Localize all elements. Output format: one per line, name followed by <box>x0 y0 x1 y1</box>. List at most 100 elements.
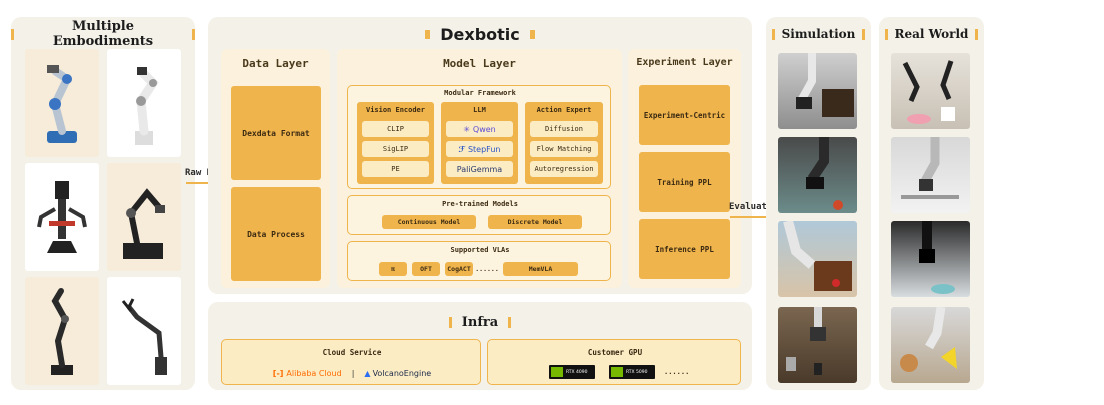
pretrained-models-box: Pre-trained Models Continuous Model Disc… <box>347 195 611 235</box>
simulation-image <box>778 53 857 129</box>
modular-framework-title: Modular Framework <box>444 89 516 97</box>
real-world-title: Real World <box>894 27 969 41</box>
real-world-image <box>891 53 970 129</box>
title-bar-icon <box>862 28 866 40</box>
nvidia-logo-icon <box>611 367 623 377</box>
vlas-title: Supported VLAs <box>450 246 510 254</box>
stepfun-logo-icon: ℱ <box>458 144 465 154</box>
experiment-layer-title: Experiment Layer <box>636 57 733 68</box>
real-world-header: Real World <box>879 23 984 45</box>
simulation-image <box>778 137 857 213</box>
title-bar-icon <box>884 28 888 40</box>
vision-item: PE <box>362 161 429 177</box>
llm-item-stepfun: ℱ StepFun <box>446 141 513 157</box>
action-item: Flow Matching <box>530 141 598 157</box>
title-bar-icon <box>975 28 979 40</box>
real-world-image <box>891 137 970 213</box>
supported-vlas-box: Supported VLAs π OFT CogACT ...... MemVL… <box>347 241 611 281</box>
vision-item: SigLIP <box>362 141 429 157</box>
cloud-service-box: Cloud Service [-] Alibaba Cloud | ▲ Volc… <box>221 339 481 385</box>
vla-chip-pi: π <box>379 262 407 276</box>
alibaba-cloud-label: Alibaba Cloud <box>286 368 342 378</box>
title-bar-icon <box>425 29 431 39</box>
experiment-centric-box: Experiment-Centric <box>639 85 730 145</box>
data-process-box: Data Process <box>231 187 321 281</box>
training-ppl-box: Training PPL <box>639 152 730 212</box>
vla-chip-memvla: MemVLA <box>503 262 578 276</box>
customer-gpu-title: Customer GPU <box>587 348 643 357</box>
dexbotic-title: Dexbotic <box>440 24 520 44</box>
llm-item-qwen: ✳ Qwen <box>446 121 513 137</box>
pretrained-title: Pre-trained Models <box>442 200 518 208</box>
data-layer: Data Layer Dexdata Format Data Process <box>221 49 330 288</box>
gpu-card-4090: RTX 4090 <box>549 365 595 379</box>
vision-encoder-group: Vision Encoder CLIP SigLIP PE <box>357 102 434 184</box>
vision-item: CLIP <box>362 121 429 137</box>
alibaba-logo-icon: [-] <box>272 368 284 378</box>
llm-item-label: Qwen <box>472 124 496 134</box>
simulation-panel: Simulation <box>766 17 871 390</box>
nvidia-logo-icon <box>551 367 563 377</box>
vision-encoder-title: Vision Encoder <box>365 106 425 114</box>
data-layer-title: Data Layer <box>242 57 309 70</box>
vla-more-ellipsis: ...... <box>475 265 499 273</box>
embodiments-header: Multiple Embodiments <box>11 19 196 49</box>
gpu-card-label: RTX 4090 <box>566 369 588 375</box>
customer-gpu-box: Customer GPU RTX 4090 RTX 5090 ...... <box>487 339 741 385</box>
volcano-engine-label: VolcanoEngine <box>372 368 432 378</box>
title-bar-icon <box>192 28 196 40</box>
experiment-layer: Experiment Layer Experiment-Centric Trai… <box>628 49 741 288</box>
action-item: Autoregression <box>530 161 598 177</box>
title-bar-icon <box>11 28 14 40</box>
robot-image-white-arm <box>107 49 181 157</box>
dexbotic-panel: Dexbotic Data Layer Dexdata Format Data … <box>208 17 752 294</box>
volcano-logo-icon: ▲ <box>364 368 371 378</box>
action-expert-title: Action Expert <box>536 106 592 114</box>
cloud-providers: [-] Alibaba Cloud | ▲ VolcanoEngine <box>222 366 482 380</box>
robot-image-ur-arm <box>25 49 99 157</box>
llm-item-label: StepFun <box>467 144 501 154</box>
title-bar-icon <box>771 28 775 40</box>
robot-image-dark-arm <box>25 277 99 385</box>
robot-image-dual-arm <box>25 163 99 271</box>
action-item: Diffusion <box>530 121 598 137</box>
llm-title: LLM <box>473 106 486 114</box>
infra-title: Infra <box>461 314 499 330</box>
robot-image-black-arm <box>107 163 181 271</box>
discrete-model-chip: Discrete Model <box>488 215 582 229</box>
simulation-header: Simulation <box>766 23 871 45</box>
evaluate-arrow <box>730 216 768 218</box>
model-layer-title: Model Layer <box>443 57 516 70</box>
title-bar-icon <box>529 29 535 39</box>
simulation-title: Simulation <box>781 27 856 41</box>
simulation-image <box>778 307 857 383</box>
gpu-card-5090: RTX 5090 <box>609 365 655 379</box>
dexdata-format-box: Dexdata Format <box>231 86 321 180</box>
vla-chip-oft: OFT <box>412 262 440 276</box>
gpu-card-label: RTX 5090 <box>626 369 648 375</box>
modular-framework-box: Modular Framework Vision Encoder CLIP Si… <box>347 85 611 189</box>
embodiments-title: Multiple Embodiments <box>52 19 154 49</box>
robot-image-gripper-arm <box>107 277 181 385</box>
real-world-panel: Real World <box>879 17 984 390</box>
title-bar-icon <box>508 316 512 328</box>
real-world-image <box>891 221 970 297</box>
cloud-service-title: Cloud Service <box>322 348 382 357</box>
infra-panel: Infra Cloud Service [-] Alibaba Cloud | … <box>208 302 752 390</box>
llm-group: LLM ✳ Qwen ℱ StepFun PaliGemma <box>441 102 518 184</box>
action-expert-group: Action Expert Diffusion Flow Matching Au… <box>525 102 603 184</box>
simulation-image <box>778 221 857 297</box>
llm-item-paligemma: PaliGemma <box>446 161 513 177</box>
embodiments-panel: Multiple Embodiments <box>11 17 196 390</box>
infra-header: Infra <box>208 313 752 331</box>
continuous-model-chip: Continuous Model <box>382 215 476 229</box>
gpu-more-ellipsis: ...... <box>664 368 690 376</box>
inference-ppl-box: Inference PPL <box>639 219 730 279</box>
title-bar-icon <box>448 316 452 328</box>
model-layer: Model Layer Modular Framework Vision Enc… <box>337 49 622 288</box>
qwen-logo-icon: ✳ <box>463 124 470 134</box>
vla-chip-cogact: CogACT <box>445 262 473 276</box>
provider-separator: | <box>351 368 355 378</box>
real-world-image <box>891 307 970 383</box>
dexbotic-header: Dexbotic <box>208 23 752 45</box>
